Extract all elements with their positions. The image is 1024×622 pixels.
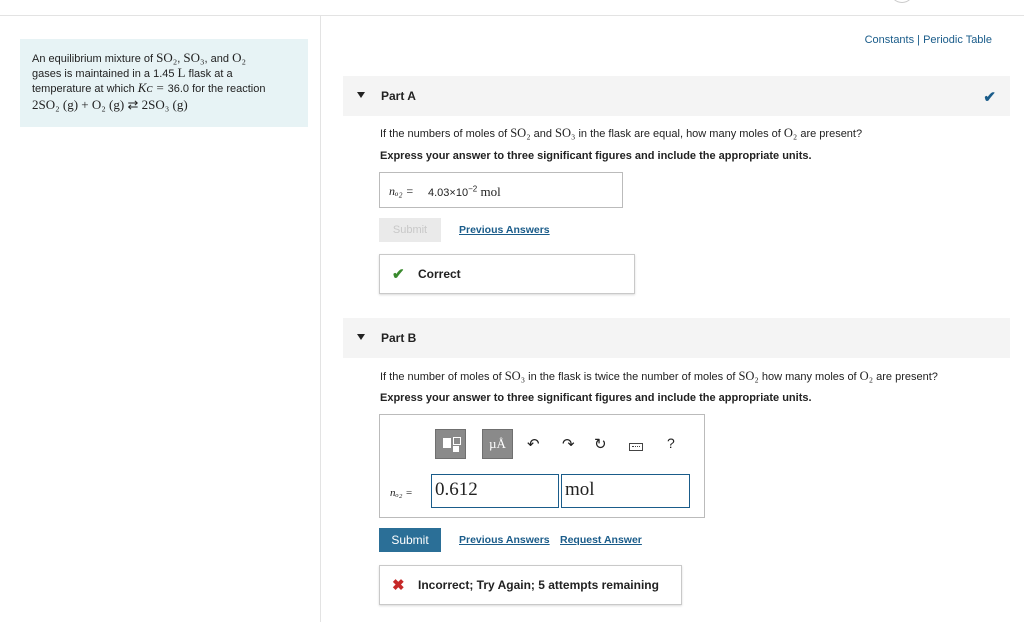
part-a-title: Part A — [381, 89, 416, 103]
help-icon[interactable]: ? — [667, 435, 675, 451]
part-a-question: If the numbers of moles of SO₂ and SO₃ i… — [380, 126, 863, 140]
problem-line-2: gases is maintained in a 1.45 L flask at… — [32, 65, 233, 81]
units-button[interactable]: µÅ — [482, 429, 513, 459]
part-b-title: Part B — [381, 331, 417, 345]
top-divider — [0, 15, 1024, 16]
part-a-submit-button[interactable]: Submit — [379, 218, 441, 242]
keyboard-icon[interactable] — [629, 443, 643, 451]
problem-statement: An equilibrium mixture of SO₂, SO₃, and … — [20, 39, 308, 127]
top-links: Constants | Periodic Table — [864, 34, 992, 46]
answer-field-label: nₒ₂ = — [390, 487, 413, 499]
part-b-instruction: Express your answer to three significant… — [380, 392, 812, 404]
periodic-table-link[interactable]: Periodic Table — [923, 34, 992, 46]
completed-check-icon: ✔ — [983, 89, 996, 106]
unit-input[interactable]: mol — [561, 474, 690, 508]
check-icon: ✔ — [392, 266, 405, 283]
answer-editor: µÅ ↶ ↷ ↻ ? nₒ₂ = 0.612 mol — [379, 414, 705, 518]
constants-link[interactable]: Constants — [865, 34, 915, 46]
undo-icon[interactable]: ↶ — [527, 435, 540, 453]
x-icon: ✖ — [392, 577, 405, 594]
problem-line-3: temperature at which Kᴄ = 36.0 for the r… — [32, 80, 266, 96]
part-a-header[interactable]: Part A ✔ — [343, 76, 1010, 116]
reset-icon[interactable]: ↻ — [594, 435, 607, 453]
part-a-previous-answers-link[interactable]: Previous Answers — [459, 224, 550, 236]
part-b-question: If the number of moles of SO₃ in the fla… — [380, 369, 938, 383]
collapse-triangle-icon[interactable] — [357, 334, 365, 340]
part-b-feedback: ✖ Incorrect; Try Again; 5 attempts remai… — [379, 565, 682, 605]
value-input[interactable]: 0.612 — [431, 474, 559, 508]
part-a-instruction: Express your answer to three significant… — [380, 150, 812, 162]
problem-line-1: An equilibrium mixture of SO₂, SO₃, and … — [32, 50, 246, 66]
reaction-equation: 2SO₂ (g) + O₂ (g) ⇄ 2SO₃ (g) — [32, 97, 188, 112]
part-b-previous-answers-link[interactable]: Previous Answers — [459, 534, 550, 546]
request-answer-link[interactable]: Request Answer — [560, 534, 642, 546]
answer-value: 4.03×10−2 mol — [428, 184, 501, 199]
collapse-triangle-icon[interactable] — [357, 92, 365, 98]
part-b-submit-button[interactable]: Submit — [379, 528, 441, 552]
part-a-answer-display: nₒ₂ = 4.03×10−2 mol — [379, 172, 623, 208]
templates-button[interactable] — [435, 429, 466, 459]
part-b-header[interactable]: Part B — [343, 318, 1010, 358]
top-avatar-edge — [890, 0, 914, 3]
redo-icon[interactable]: ↷ — [562, 435, 575, 453]
answer-label: nₒ₂ = — [389, 184, 414, 198]
column-divider — [320, 16, 321, 622]
part-a-feedback: ✔ Correct — [379, 254, 635, 294]
